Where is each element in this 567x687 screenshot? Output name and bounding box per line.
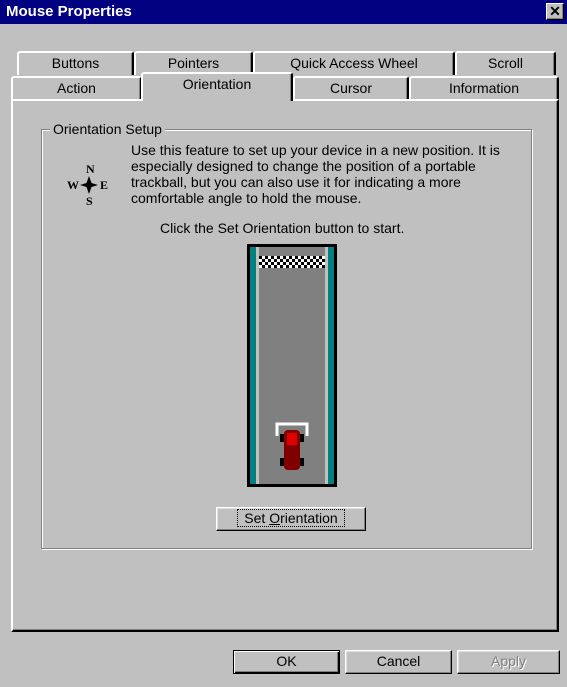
- compass-icon: N W E S: [64, 163, 114, 207]
- tab-action[interactable]: Action: [11, 76, 142, 100]
- set-orientation-label: Set Orientation: [237, 509, 345, 527]
- race-track-image: [247, 244, 337, 487]
- set-orientation-label-post: rientation: [280, 510, 338, 526]
- set-orientation-button[interactable]: Set Orientation: [216, 507, 366, 531]
- cancel-button[interactable]: Cancel: [345, 650, 452, 674]
- tab-information[interactable]: Information: [409, 76, 559, 100]
- tab-information-label: Information: [448, 80, 520, 96]
- tab-cursor[interactable]: Cursor: [293, 76, 409, 100]
- orientation-instruction: Click the Set Orientation button to star…: [160, 220, 405, 236]
- orientation-description: Use this feature to set up your device i…: [131, 142, 500, 206]
- tab-pointers-label: Pointers: [167, 55, 220, 71]
- apply-button[interactable]: Apply: [457, 650, 560, 674]
- ok-button[interactable]: OK: [233, 650, 340, 674]
- tab-cursor-label: Cursor: [329, 80, 372, 96]
- cancel-label: Cancel: [376, 653, 421, 669]
- finish-line-icon: [259, 256, 325, 268]
- orientation-setup-label: Orientation Setup: [50, 121, 165, 137]
- ok-label: OK: [276, 653, 297, 669]
- set-orientation-hotkey: O: [269, 510, 281, 526]
- window-title: Mouse Properties: [6, 3, 132, 20]
- tab-action-label: Action: [57, 80, 96, 96]
- tab-scroll[interactable]: Scroll: [455, 51, 556, 75]
- tab-buttons[interactable]: Buttons: [17, 51, 134, 75]
- tab-quick-access-wheel-label: Quick Access Wheel: [290, 55, 418, 71]
- compass-star-icon: [80, 176, 98, 194]
- tab-buttons-label: Buttons: [51, 55, 100, 71]
- set-orientation-label-pre: Set: [244, 510, 270, 526]
- tab-scroll-label: Scroll: [487, 55, 523, 71]
- race-track-svg: [247, 244, 337, 487]
- tab-orientation-label: Orientation: [182, 76, 252, 92]
- tab-orientation[interactable]: Orientation: [141, 72, 293, 101]
- apply-label: Apply: [490, 653, 527, 669]
- close-icon: ✕: [549, 3, 561, 19]
- title-bar: Mouse Properties ✕: [0, 0, 567, 24]
- close-button[interactable]: ✕: [546, 3, 564, 20]
